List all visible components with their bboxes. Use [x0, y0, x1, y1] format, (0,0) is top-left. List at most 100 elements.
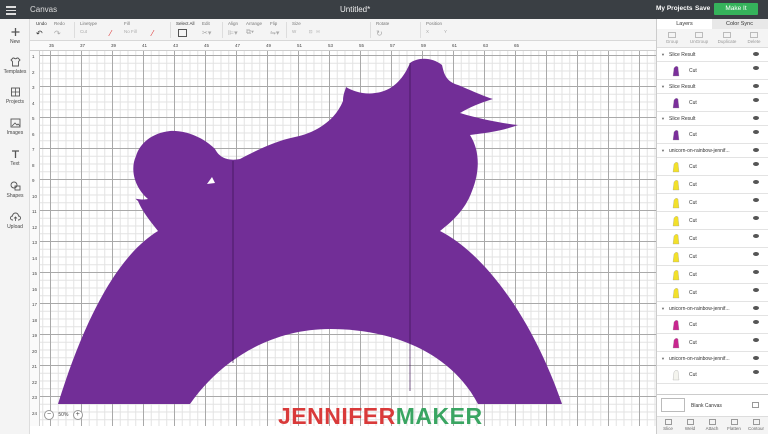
- sidebar-item-new[interactable]: New: [0, 27, 30, 45]
- slice-button[interactable]: Slice: [657, 419, 679, 431]
- linetype-group[interactable]: Linetype Cut: [80, 21, 97, 37]
- eye-icon[interactable]: [753, 198, 759, 202]
- layer-item[interactable]: Cut: [657, 284, 768, 302]
- contour-button[interactable]: Contour: [745, 419, 767, 431]
- eye-icon[interactable]: [753, 180, 759, 184]
- collapse-caret-icon[interactable]: ▼: [661, 116, 665, 121]
- sidebar-item-templates[interactable]: Templates: [0, 57, 30, 75]
- purple-shape[interactable]: [58, 58, 562, 405]
- eye-icon[interactable]: [753, 252, 759, 256]
- eye-icon[interactable]: [753, 270, 759, 274]
- size-group[interactable]: Size W ⊡ H: [292, 21, 320, 37]
- canvas-color-swatch[interactable]: [661, 398, 685, 412]
- eye-icon[interactable]: [753, 52, 759, 56]
- blank-canvas-row[interactable]: Blank Canvas: [657, 394, 768, 416]
- save-button[interactable]: Save: [695, 5, 710, 12]
- eye-icon[interactable]: [753, 162, 759, 166]
- collapse-caret-icon[interactable]: ▼: [661, 148, 665, 153]
- zoom-in-button[interactable]: +: [72, 410, 83, 420]
- canvas-visibility-icon[interactable]: [752, 402, 759, 408]
- layer-item[interactable]: Cut: [657, 126, 768, 144]
- arrange-group[interactable]: Arrange ⧉▾: [246, 21, 262, 37]
- layer-group[interactable]: ▼ unicorn-on-rainbow-jennif...: [657, 352, 768, 366]
- duplicate-button[interactable]: Duplicate: [714, 32, 740, 44]
- eye-icon[interactable]: [753, 370, 759, 374]
- eye-icon[interactable]: [753, 338, 759, 342]
- eye-icon[interactable]: [753, 320, 759, 324]
- unicorn-rainbow-silhouette[interactable]: [40, 51, 656, 426]
- collapse-caret-icon[interactable]: ▼: [661, 356, 665, 361]
- eye-icon[interactable]: [753, 356, 759, 360]
- layer-item[interactable]: Cut: [657, 230, 768, 248]
- layer-item[interactable]: Cut: [657, 366, 768, 384]
- fill-select[interactable]: No Fill: [124, 29, 137, 37]
- linetype-select[interactable]: Cut: [80, 29, 97, 37]
- pen-slash-icon[interactable]: ⁄: [110, 29, 111, 38]
- undo-group[interactable]: Undo ↶: [36, 21, 47, 38]
- rotate-icon[interactable]: ↻: [376, 29, 389, 38]
- make-it-button[interactable]: Make It: [714, 3, 758, 15]
- arrange-icon[interactable]: ⧉▾: [246, 29, 262, 37]
- select-all-group[interactable]: Select All: [176, 21, 195, 37]
- layer-item[interactable]: Cut: [657, 212, 768, 230]
- eye-icon[interactable]: [753, 148, 759, 152]
- position-x-field[interactable]: X: [426, 29, 429, 34]
- collapse-caret-icon[interactable]: ▼: [661, 306, 665, 311]
- my-projects-link[interactable]: My Projects: [656, 5, 693, 12]
- lock-icon[interactable]: ⊡: [309, 29, 313, 34]
- layer-item[interactable]: Cut: [657, 62, 768, 80]
- eye-icon[interactable]: [753, 98, 759, 102]
- align-icon[interactable]: ⊫▾: [228, 29, 238, 37]
- scissors-icon[interactable]: ✂▾: [202, 29, 211, 37]
- sidebar-item-images[interactable]: Images: [0, 118, 30, 136]
- undo-icon[interactable]: ↶: [36, 29, 47, 38]
- layer-item[interactable]: Cut: [657, 248, 768, 266]
- sidebar-item-projects[interactable]: Projects: [0, 87, 30, 105]
- eye-icon[interactable]: [753, 216, 759, 220]
- eye-icon[interactable]: [753, 84, 759, 88]
- eye-icon[interactable]: [753, 288, 759, 292]
- eye-icon[interactable]: [753, 130, 759, 134]
- layer-group[interactable]: ▼ unicorn-on-rainbow-jennif...: [657, 302, 768, 316]
- redo-group[interactable]: Redo ↷: [54, 21, 65, 38]
- size-height-field[interactable]: H: [316, 29, 319, 34]
- design-canvas[interactable]: [40, 51, 656, 426]
- fill-color-swatch[interactable]: ⁄: [152, 21, 153, 38]
- layer-item[interactable]: Cut: [657, 266, 768, 284]
- layer-item[interactable]: Cut: [657, 316, 768, 334]
- size-width-field[interactable]: W: [292, 29, 296, 34]
- group-button[interactable]: Group: [659, 32, 685, 44]
- layer-item[interactable]: Cut: [657, 94, 768, 112]
- linetype-color-swatch[interactable]: ⁄: [110, 21, 111, 38]
- weld-button[interactable]: Weld: [679, 419, 701, 431]
- collapse-caret-icon[interactable]: ▼: [661, 84, 665, 89]
- layer-group[interactable]: ▼ Slice Result: [657, 112, 768, 126]
- attach-button[interactable]: Attach: [701, 419, 723, 431]
- collapse-caret-icon[interactable]: ▼: [661, 52, 665, 57]
- rotate-group[interactable]: Rotate ↻: [376, 21, 389, 38]
- eye-icon[interactable]: [753, 306, 759, 310]
- eye-icon[interactable]: [753, 116, 759, 120]
- position-group[interactable]: Position X Y: [426, 21, 447, 37]
- layer-item[interactable]: Cut: [657, 194, 768, 212]
- tab-color-sync[interactable]: Color Sync: [712, 19, 767, 29]
- eye-icon[interactable]: [753, 234, 759, 238]
- layer-item[interactable]: Cut: [657, 334, 768, 352]
- flip-icon[interactable]: ⇋▾: [270, 29, 279, 37]
- ungroup-button[interactable]: UnGroup: [686, 32, 712, 44]
- fill-group[interactable]: Fill No Fill: [124, 21, 137, 37]
- zoom-out-button[interactable]: −: [44, 410, 54, 420]
- sidebar-item-shapes[interactable]: Shapes: [0, 181, 30, 199]
- flip-group[interactable]: Flip ⇋▾: [270, 21, 279, 37]
- fill-slash-icon[interactable]: ⁄: [152, 29, 153, 38]
- align-group[interactable]: Align ⊫▾: [228, 21, 238, 37]
- menu-icon[interactable]: [6, 4, 16, 15]
- delete-button[interactable]: Delete: [741, 32, 767, 44]
- layer-item[interactable]: Cut: [657, 176, 768, 194]
- select-all-icon[interactable]: [176, 29, 195, 37]
- eye-icon[interactable]: [753, 66, 759, 70]
- layer-group[interactable]: ▼ unicorn-on-rainbow-jennif...: [657, 144, 768, 158]
- sidebar-item-upload[interactable]: Upload: [0, 212, 30, 230]
- layer-item[interactable]: Cut: [657, 158, 768, 176]
- edit-group[interactable]: Edit ✂▾: [202, 21, 211, 37]
